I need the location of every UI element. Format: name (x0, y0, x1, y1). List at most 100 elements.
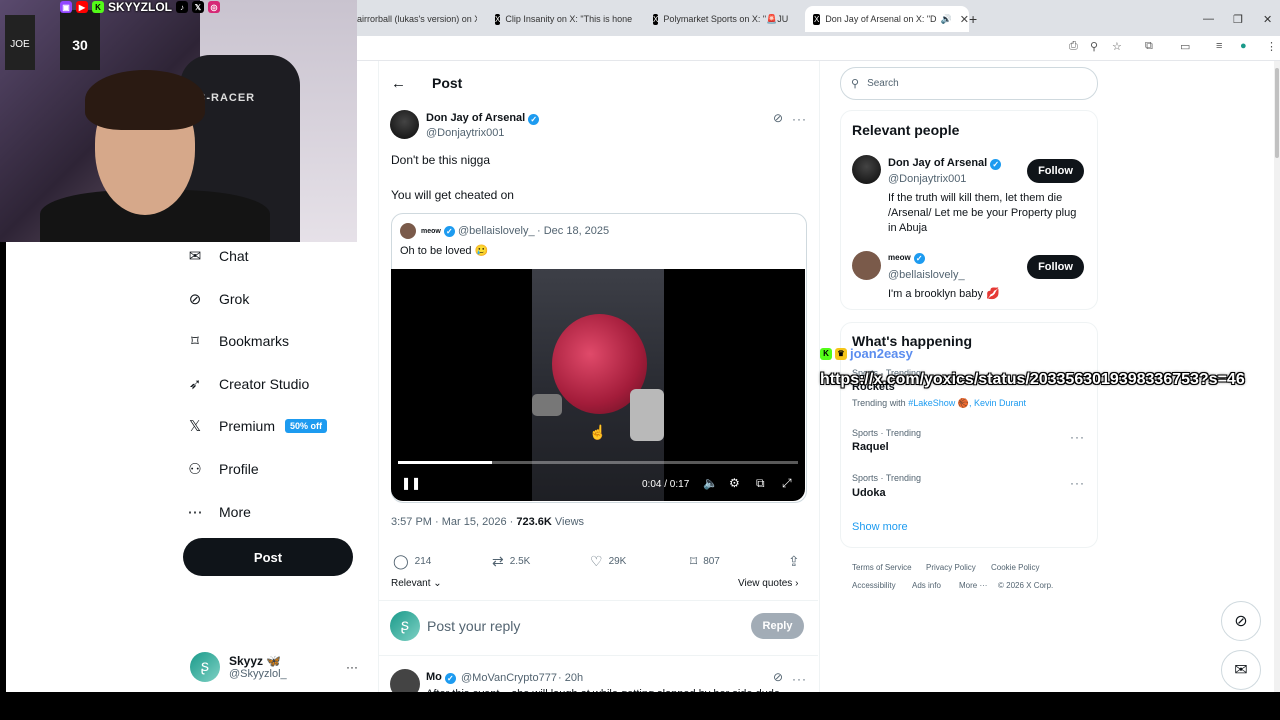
footer-privacy[interactable]: Privacy Policy (926, 563, 976, 572)
account-switcher[interactable]: ʂ Skyyz 🦋 @Skyyzlol_ ··· (190, 649, 360, 685)
sidebar-item-label: Bookmarks (219, 333, 290, 349)
restore-icon[interactable]: ❐ (1233, 6, 1243, 32)
sidebar-item-more[interactable]: ⋯ More (186, 497, 251, 527)
more-icon[interactable]: ··· (1070, 428, 1085, 446)
zoom-icon[interactable]: ⚲ (1090, 40, 1098, 53)
person-name[interactable]: Don Jay of Arsenal ✓ (888, 157, 1002, 170)
reply-action[interactable]: ◯ 214 (393, 553, 431, 570)
share-icon: ⇪ (788, 553, 800, 569)
close-icon[interactable]: ✕ (960, 13, 969, 26)
back-arrow-icon[interactable]: ← (391, 75, 406, 92)
reply-author[interactable]: Mo ✓ (426, 671, 456, 684)
media-icon[interactable]: ≡ (1216, 40, 1222, 52)
search-input[interactable]: Search (867, 78, 899, 89)
search-box[interactable]: ⚲ Search (840, 67, 1098, 100)
chevron-right-icon: › (795, 578, 799, 589)
x-favicon-icon: X (495, 13, 501, 25)
scrollbar-thumb[interactable] (1275, 68, 1279, 158)
profile-icon[interactable]: ● (1240, 40, 1247, 52)
x-icon: 𝕏 (192, 1, 205, 13)
minimize-icon[interactable]: — (1203, 6, 1214, 32)
repost-icon: ⇄ (492, 553, 504, 569)
post-author[interactable]: Don Jay of Arsenal ✓ (426, 112, 540, 125)
kick-icon: K (820, 347, 832, 360)
more-icon[interactable]: ··· (792, 110, 807, 128)
person-avatar[interactable] (852, 251, 881, 280)
tiktok-icon: ♪ (176, 1, 189, 13)
sidebar-item-label: Premium (219, 418, 276, 434)
pause-icon[interactable]: ❚❚ (401, 476, 421, 490)
sidebar-item-creator-studio[interactable]: ➶ Creator Studio (186, 369, 310, 399)
quote-avatar (400, 223, 416, 239)
bookmark-action[interactable]: ⌑ 807 (690, 553, 720, 570)
person-name[interactable]: meow ✓ (888, 253, 925, 264)
like-action[interactable]: ♡ 29K (590, 553, 626, 570)
footer-ads[interactable]: Ads info (912, 581, 941, 590)
browser-toolbar: ⎙ ⚲ ☆ ⧉ ▭ ≡ ● ⋮ (357, 36, 1280, 61)
repost-action[interactable]: ⇄ 2.5K (492, 553, 530, 570)
show-more-link[interactable]: Show more (852, 521, 908, 533)
post-button[interactable]: Post (183, 538, 353, 576)
footer-more[interactable]: More ··· (959, 581, 987, 590)
post-handle[interactable]: @Donjaytrix001 (426, 127, 504, 139)
tab-title: Don Jay of Arsenal on X: "D (825, 14, 937, 24)
speaker-icon: 🔊 (940, 13, 952, 24)
reply-handle[interactable]: @MoVanCrypto777 (461, 672, 557, 684)
tab-3[interactable]: XPolymarket Sports on X: "🚨JU✕ (653, 6, 795, 32)
pip-icon[interactable]: ⧉ (756, 476, 765, 491)
sidebar-item-label: Grok (219, 291, 250, 307)
sidebar-item-premium[interactable]: 𝕏 Premium 50% off (186, 411, 328, 441)
reply-button[interactable]: Reply (751, 613, 804, 639)
person-handle[interactable]: @bellaislovely_ (888, 269, 965, 281)
trend-name[interactable]: Udoka (852, 487, 886, 499)
more-icon[interactable]: ··· (792, 670, 807, 688)
sidebar-item-profile[interactable]: ⚇ Profile (186, 454, 258, 484)
footer-accessibility[interactable]: Accessibility (852, 581, 896, 590)
sidebar-item-chat[interactable]: ✉ Chat (186, 241, 249, 271)
chevron-down-icon: ⌄ (433, 578, 442, 589)
trend-name[interactable]: Raquel (852, 441, 889, 453)
new-tab-button[interactable]: + (969, 6, 977, 32)
share-action[interactable]: ⇪ (788, 553, 800, 570)
footer-terms[interactable]: Terms of Service (852, 563, 912, 572)
tab-4-active[interactable]: X Don Jay of Arsenal on X: "D 🔊 ✕ (805, 6, 969, 32)
follow-button[interactable]: Follow (1027, 255, 1084, 279)
tab-title: Clip Insanity on X: "This is hone (505, 14, 633, 24)
heart-icon: ♡ (590, 553, 603, 569)
install-icon[interactable]: ⎙ (1069, 40, 1078, 53)
reply-avatar: ʂ (390, 611, 420, 641)
grok-icon[interactable]: ⊘ (773, 111, 783, 125)
messages-fab-icon[interactable]: ✉ (1221, 650, 1261, 690)
menu-icon[interactable]: ⋮ (1266, 40, 1277, 53)
volume-icon[interactable]: 🔈 (703, 476, 718, 490)
chat-overlay-message: https://x.com/yoxics/status/203356301939… (820, 371, 1245, 388)
video-player[interactable]: ☝ ❚❚ 0:04 / 0:17 🔈 ⚙ ⧉ ⤢ (391, 269, 805, 501)
cast-icon[interactable]: ▭ (1180, 40, 1190, 53)
grok-icon[interactable]: ⊘ (773, 670, 783, 684)
left-sidebar (6, 242, 357, 692)
trend-related: Trending with #LakeShow 🏀, Kevin Durant (852, 398, 1026, 408)
verified-icon: ✓ (913, 253, 925, 264)
extensions-icon[interactable]: ⧉ (1145, 40, 1153, 53)
sidebar-item-grok[interactable]: ⊘ Grok (186, 284, 250, 314)
footer-cookie[interactable]: Cookie Policy (991, 563, 1039, 572)
social-bar: ▣ ▶ K SKYYZLOL ♪ 𝕏 ◎ (60, 0, 221, 14)
star-icon[interactable]: ☆ (1112, 40, 1122, 53)
tab-1[interactable]: airrorball (lukas's version) on X✕ (357, 6, 477, 32)
sidebar-item-bookmarks[interactable]: ⌑ Bookmarks (186, 326, 289, 356)
follow-button[interactable]: Follow (1027, 159, 1084, 183)
post-text-line2: You will get cheated on (391, 188, 514, 202)
grok-fab-icon[interactable]: ⊘ (1221, 601, 1261, 641)
tab-2[interactable]: XClip Insanity on X: "This is hone✕ (495, 6, 637, 32)
author-avatar[interactable] (390, 110, 419, 139)
fullscreen-icon[interactable]: ⤢ (782, 476, 792, 491)
reply-input[interactable]: Post your reply (427, 618, 520, 634)
person-handle[interactable]: @Donjaytrix001 (888, 173, 966, 185)
trend-category: Sports · Trending (852, 473, 922, 483)
sort-dropdown[interactable]: Relevant ⌄ (391, 578, 442, 589)
person-avatar[interactable] (852, 155, 881, 184)
more-icon[interactable]: ··· (1070, 474, 1085, 492)
settings-gear-icon[interactable]: ⚙ (729, 476, 740, 490)
view-quotes-link[interactable]: View quotes › (738, 578, 798, 589)
window-close-icon[interactable]: ✕ (1263, 6, 1272, 32)
